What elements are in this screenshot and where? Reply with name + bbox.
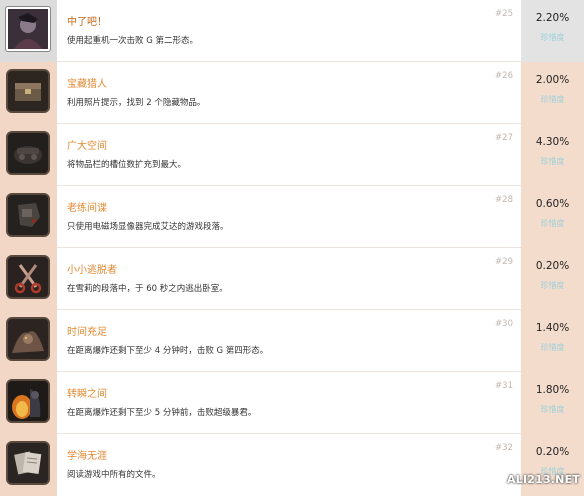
unlock-percentage: 1.40%	[535, 322, 570, 334]
achievement-row[interactable]: 学海无涯 阅读游戏中所有的文件。 #32 0.20% 珍惜度	[0, 434, 584, 496]
achievement-number: #30	[495, 319, 513, 329]
achievement-row[interactable]: 老练间谍 只使用电磁场显像器完成艾达的游戏段落。 #28 0.60% 珍惜度	[0, 186, 584, 248]
rarity-label: 珍惜度	[540, 33, 565, 42]
achievement-number: #25	[495, 9, 513, 19]
achievement-title: 中了吧！	[67, 17, 107, 28]
rarity-cell: 2.00% 珍惜度	[521, 62, 584, 124]
unlock-percentage: 0.20%	[535, 260, 570, 272]
achievement-row[interactable]: 中了吧！ 使用起重机一次击败 G 第二形态。 #25 2.20% 珍惜度	[0, 0, 584, 62]
rarity-cell: 4.30% 珍惜度	[521, 124, 584, 186]
achievement-number: #32	[495, 443, 513, 453]
achievement-info: 宝藏猎人 利用照片提示，找到 2 个隐藏物品。 #26	[57, 62, 521, 124]
achievement-title: 宝藏猎人	[67, 79, 107, 90]
character-portrait-icon	[5, 6, 51, 52]
rarity-label: 珍惜度	[540, 219, 565, 228]
achievement-title: 老练间谍	[67, 203, 107, 214]
achievement-description: 只使用电磁场显像器完成艾达的游戏段落。	[67, 222, 229, 232]
achievement-info: 小小逃脱者 在雪莉的段落中，于 60 秒之内逃出卧室。 #29	[57, 248, 521, 310]
hip-pouch-icon	[6, 131, 50, 175]
achievement-number: #29	[495, 257, 513, 267]
icon-cell	[0, 248, 57, 310]
emf-visualizer-icon	[6, 193, 50, 237]
icon-cell	[0, 124, 57, 186]
treasure-chest-icon	[6, 69, 50, 113]
rarity-label: 珍惜度	[540, 95, 565, 104]
achievement-row[interactable]: 时间充足 在距离爆炸还剩下至少 4 分钟时，击败 G 第四形态。 #30 1.4…	[0, 310, 584, 372]
icon-cell	[0, 62, 57, 124]
achievement-row[interactable]: 广大空间 将物品栏的槽位数扩充到最大。 #27 4.30% 珍惜度	[0, 124, 584, 186]
achievement-description: 使用起重机一次击败 G 第二形态。	[67, 36, 198, 46]
achievement-title: 时间充足	[67, 327, 107, 338]
achievement-info: 老练间谍 只使用电磁场显像器完成艾达的游戏段落。 #28	[57, 186, 521, 248]
unlock-percentage: 2.20%	[535, 12, 570, 24]
achievement-number: #28	[495, 195, 513, 205]
icon-cell	[0, 186, 57, 248]
achievement-description: 利用照片提示，找到 2 个隐藏物品。	[67, 98, 206, 108]
achievement-info: 时间充足 在距离爆炸还剩下至少 4 分钟时，击败 G 第四形态。 #30	[57, 310, 521, 372]
rarity-label: 珍惜度	[540, 343, 565, 352]
achievement-description: 在距离爆炸还剩下至少 4 分钟时，击败 G 第四形态。	[67, 346, 269, 356]
icon-cell	[0, 434, 57, 496]
documents-icon	[6, 441, 50, 485]
achievement-number: #26	[495, 71, 513, 81]
unlock-percentage: 1.80%	[535, 384, 570, 396]
achievement-row[interactable]: 小小逃脱者 在雪莉的段落中，于 60 秒之内逃出卧室。 #29 0.20% 珍惜…	[0, 248, 584, 310]
unlock-percentage: 0.60%	[535, 198, 570, 210]
achievement-info: 学海无涯 阅读游戏中所有的文件。 #32	[57, 434, 521, 496]
achievement-number: #31	[495, 381, 513, 391]
achievement-description: 将物品栏的槽位数扩充到最大。	[67, 160, 187, 170]
achievement-info: 广大空间 将物品栏的槽位数扩充到最大。 #27	[57, 124, 521, 186]
rarity-label: 珍惜度	[540, 157, 565, 166]
achievement-row[interactable]: 宝藏猎人 利用照片提示，找到 2 个隐藏物品。 #26 2.00% 珍惜度	[0, 62, 584, 124]
rarity-cell: 1.80% 珍惜度	[521, 372, 584, 434]
achievement-info: 中了吧！ 使用起重机一次击败 G 第二形态。 #25	[57, 0, 521, 62]
achievement-description: 阅读游戏中所有的文件。	[67, 470, 161, 480]
rarity-cell: 0.20% 珍惜度	[521, 434, 584, 496]
rarity-label: 珍惜度	[540, 281, 565, 290]
rarity-cell: 2.20% 珍惜度	[521, 0, 584, 62]
achievement-title: 转瞬之间	[67, 389, 107, 400]
achievement-number: #27	[495, 133, 513, 143]
icon-cell	[0, 0, 57, 62]
achievement-info: 转瞬之间 在距离爆炸还剩下至少 5 分钟前，击败超级暴君。 #31	[57, 372, 521, 434]
tyrant-fire-icon	[6, 379, 50, 423]
achievement-row[interactable]: 转瞬之间 在距离爆炸还剩下至少 5 分钟前，击败超级暴君。 #31 1.80% …	[0, 372, 584, 434]
achievement-title: 小小逃脱者	[67, 265, 117, 276]
achievement-title: 广大空间	[67, 141, 107, 152]
monster-icon	[6, 317, 50, 361]
icon-cell	[0, 372, 57, 434]
achievement-description: 在距离爆炸还剩下至少 5 分钟前，击败超级暴君。	[67, 408, 257, 418]
unlock-percentage: 4.30%	[535, 136, 570, 148]
site-watermark: ALI213.NET	[507, 473, 580, 486]
rarity-cell: 0.20% 珍惜度	[521, 248, 584, 310]
unlock-percentage: 0.20%	[535, 446, 570, 458]
icon-cell	[0, 310, 57, 372]
scissors-icon	[6, 255, 50, 299]
achievement-description: 在雪莉的段落中，于 60 秒之内逃出卧室。	[67, 284, 228, 294]
rarity-cell: 1.40% 珍惜度	[521, 310, 584, 372]
rarity-cell: 0.60% 珍惜度	[521, 186, 584, 248]
achievement-list: 中了吧！ 使用起重机一次击败 G 第二形态。 #25 2.20% 珍惜度 宝藏猎…	[0, 0, 584, 496]
rarity-label: 珍惜度	[540, 405, 565, 414]
unlock-percentage: 2.00%	[535, 74, 570, 86]
achievement-title: 学海无涯	[67, 451, 107, 462]
